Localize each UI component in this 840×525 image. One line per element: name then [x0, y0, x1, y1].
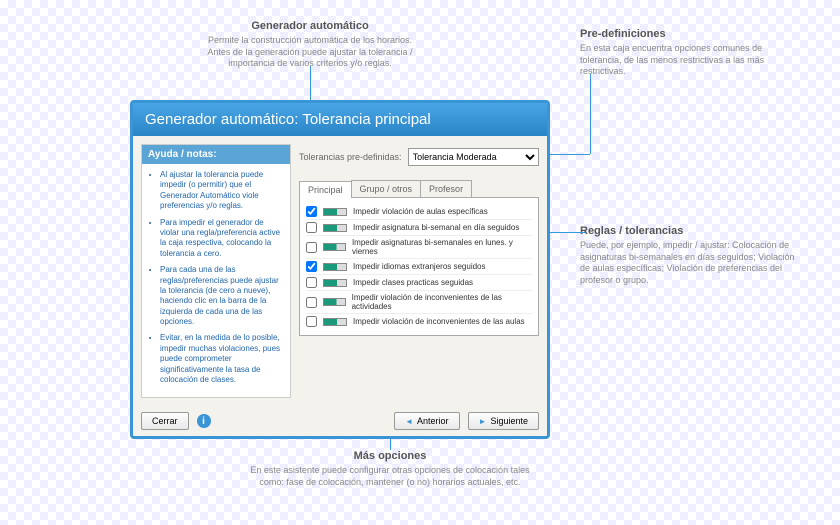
- arrow-left-icon: [405, 416, 413, 426]
- rule-label: Impedir violación de aulas específicas: [353, 207, 488, 216]
- callout-generator: Generador automático Permite la construc…: [200, 20, 420, 70]
- dialog-generator: Generador automático: Tolerancia princip…: [130, 100, 550, 439]
- callout-text: Puede, por ejemplo, impedir / ajustar: C…: [580, 240, 800, 287]
- rule-label: Impedir clases practicas seguidas: [353, 278, 473, 287]
- rule-row: Impedir violación de aulas específicas: [306, 204, 532, 220]
- rule-checkbox[interactable]: [306, 242, 317, 253]
- callout-text: En esta caja encuentra opciones comunes …: [580, 43, 800, 78]
- callout-predef: Pre-definiciones En esta caja encuentra …: [580, 28, 800, 78]
- help-panel: Ayuda / notas: Al ajustar la tolerancia …: [141, 144, 291, 398]
- callout-connector: [590, 74, 591, 154]
- help-item: Para cada una de las reglas/preferencias…: [160, 265, 282, 327]
- next-button[interactable]: Siguiente: [468, 412, 539, 430]
- predef-row: Tolerancias pre-definidas: Tolerancia Mo…: [299, 144, 539, 170]
- predef-label: Tolerancias pre-definidas:: [299, 152, 402, 162]
- help-item: Al ajustar la tolerancia puede impedir (…: [160, 170, 282, 212]
- rule-label: Impedir idiomas extranjeros seguidos: [353, 262, 486, 271]
- rule-checkbox[interactable]: [306, 261, 317, 272]
- tabs: Principal Grupo / otros Profesor: [299, 180, 539, 198]
- help-list: Al ajustar la tolerancia puede impedir (…: [150, 170, 282, 385]
- rule-row: Impedir idiomas extranjeros seguidos: [306, 259, 532, 275]
- callout-title: Más opciones: [250, 450, 530, 462]
- rule-label: Impedir asignaturas bi-semanales en lune…: [352, 238, 532, 256]
- dialog-body: Ayuda / notas: Al ajustar la tolerancia …: [133, 136, 547, 406]
- rule-checkbox[interactable]: [306, 316, 317, 327]
- dialog-title: Generador automático: Tolerancia princip…: [133, 103, 547, 136]
- rule-label: Impedir violación de inconvenientes de l…: [352, 293, 532, 311]
- callout-text: En este asistente puede configurar otras…: [250, 465, 530, 488]
- tolerance-bar[interactable]: [323, 224, 347, 232]
- callout-title: Generador automático: [200, 20, 420, 32]
- rule-label: Impedir violación de inconvenientes de l…: [353, 317, 525, 326]
- rule-row: Impedir violación de inconvenientes de l…: [306, 314, 532, 329]
- rule-row: Impedir asignatura bi-semanal en día seg…: [306, 220, 532, 236]
- rule-row: Impedir clases practicas seguidas: [306, 275, 532, 291]
- predef-select[interactable]: Tolerancia Moderada: [408, 148, 539, 166]
- help-content: Al ajustar la tolerancia puede impedir (…: [142, 164, 290, 397]
- rule-label: Impedir asignatura bi-semanal en día seg…: [353, 223, 519, 232]
- callout-title: Pre-definiciones: [580, 28, 800, 40]
- tab-grupo[interactable]: Grupo / otros: [351, 180, 422, 197]
- rule-checkbox[interactable]: [306, 297, 317, 308]
- tab-profesor[interactable]: Profesor: [420, 180, 472, 197]
- rule-checkbox[interactable]: [306, 277, 317, 288]
- tab-content: Impedir violación de aulas específicas I…: [299, 198, 539, 336]
- rule-row: Impedir violación de inconvenientes de l…: [306, 291, 532, 314]
- tolerance-bar[interactable]: [323, 318, 347, 326]
- help-item: Para impedir el generador de violar una …: [160, 218, 282, 260]
- rule-row: Impedir asignaturas bi-semanales en lune…: [306, 236, 532, 259]
- callout-more: Más opciones En este asistente puede con…: [250, 450, 530, 488]
- info-icon[interactable]: i: [197, 414, 211, 428]
- arrow-right-icon: [479, 416, 487, 426]
- tolerance-bar[interactable]: [323, 263, 347, 271]
- close-button[interactable]: Cerrar: [141, 412, 189, 430]
- rule-checkbox[interactable]: [306, 206, 317, 217]
- callout-text: Permite la construcción automática de lo…: [200, 35, 420, 70]
- callout-title: Reglas / tolerancias: [580, 225, 800, 237]
- callout-rules: Reglas / tolerancias Puede, por ejemplo,…: [580, 225, 800, 287]
- main-panel: Tolerancias pre-definidas: Tolerancia Mo…: [299, 144, 539, 398]
- tolerance-bar[interactable]: [323, 298, 346, 306]
- help-item: Evitar, en la medida de lo posible, impe…: [160, 333, 282, 385]
- prev-button[interactable]: Anterior: [394, 412, 459, 430]
- tolerance-bar[interactable]: [323, 243, 346, 251]
- rule-checkbox[interactable]: [306, 222, 317, 233]
- dialog-footer: Cerrar i Anterior Siguiente: [133, 406, 547, 436]
- tab-principal[interactable]: Principal: [299, 181, 352, 198]
- help-header: Ayuda / notas:: [142, 145, 290, 164]
- tolerance-bar[interactable]: [323, 208, 347, 216]
- tolerance-bar[interactable]: [323, 279, 347, 287]
